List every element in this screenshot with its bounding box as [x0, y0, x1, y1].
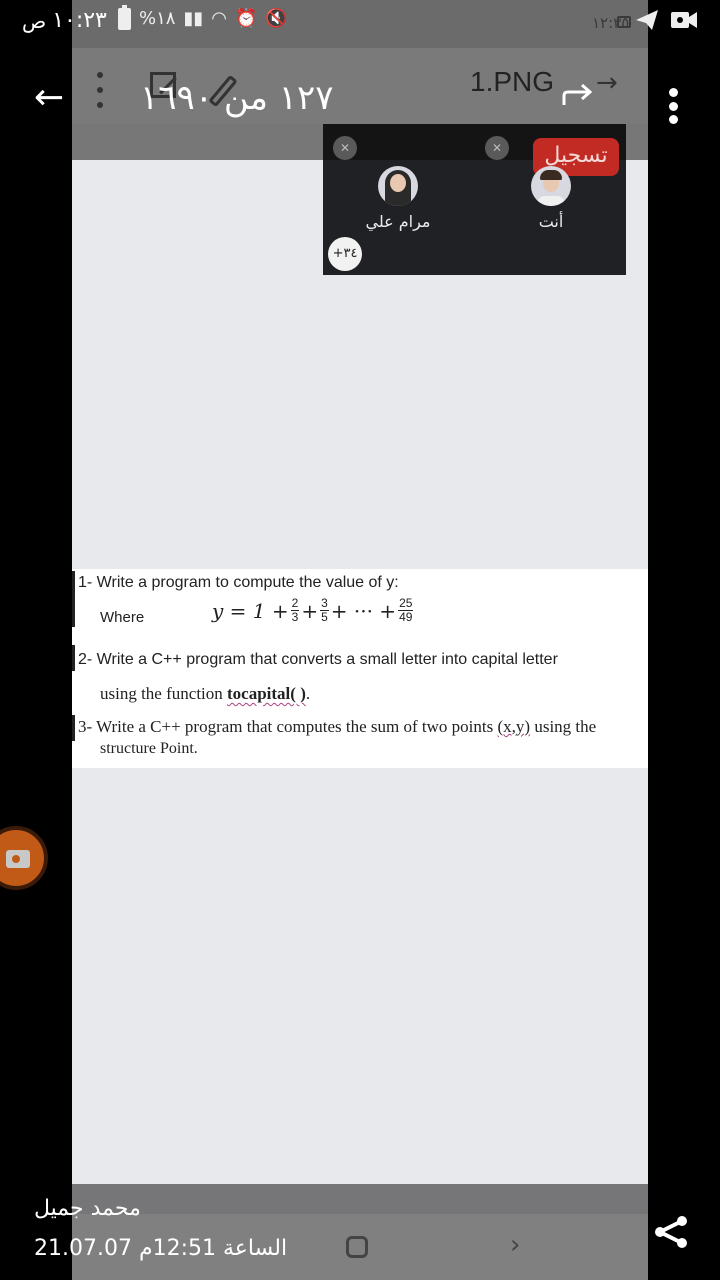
- video-camera-icon: [6, 850, 30, 868]
- back-arrow-icon[interactable]: ←: [34, 80, 64, 116]
- question-2-line-2: using the function tocapital( ).: [100, 684, 311, 703]
- video-record-icon: [671, 12, 697, 28]
- question-3-line-1: 3- Write a C++ program that computes the…: [78, 717, 597, 736]
- status-bar: ص ١٠:٢٣ %١٨ ▮▮ ◠ ⏰ 🔇: [0, 0, 720, 40]
- formula-lhs: y = 1 +: [212, 598, 289, 623]
- telegram-icon: [636, 10, 658, 30]
- forward-arrow-icon: →: [596, 68, 618, 98]
- file-name: 1.PNG: [470, 66, 555, 97]
- ellipsis: + ··· +: [330, 598, 397, 623]
- where-label: Where: [100, 609, 145, 626]
- mic-off-icon: ✕: [485, 136, 509, 160]
- status-right-icons: [634, 8, 698, 32]
- status-clock: ص ١٠:٢٣: [22, 8, 107, 33]
- am-pm: ص: [22, 8, 47, 33]
- more-participants-count[interactable]: +٣٤: [328, 237, 362, 271]
- meeting-panel: ✕ ✕ تسجيل مرام علي أنت +٣٤: [323, 124, 626, 275]
- self-name: أنت: [538, 212, 564, 231]
- fraction: 35: [320, 596, 329, 624]
- mute-icon: 🔇: [265, 8, 288, 29]
- formula: y = 1 + 23 + 35 + ··· + 25 49: [212, 597, 415, 624]
- battery-icon: [118, 5, 131, 30]
- self-avatar: [531, 166, 571, 206]
- home-icon: [346, 1236, 368, 1258]
- bottom-shadow: [72, 1184, 648, 1214]
- signal-icon: ▮▮: [183, 8, 204, 29]
- page-counter: ١٢٧ من ١٦٩٠: [140, 78, 334, 118]
- battery-percent: %١٨: [139, 8, 176, 29]
- status-icons: %١٨ ▮▮ ◠ ⏰ 🔇: [118, 5, 288, 32]
- left-border: [72, 571, 75, 627]
- question-1: 1- Write a program to compute the value …: [78, 574, 399, 591]
- left-border: [72, 715, 75, 741]
- sender-name: محمد جميل: [34, 1196, 141, 1221]
- more-options-icon[interactable]: [668, 88, 678, 124]
- alarm-icon: ⏰: [234, 8, 258, 29]
- fraction: 25 49: [398, 596, 414, 624]
- left-border: [72, 645, 75, 671]
- question-3-line-2: structure Point.: [100, 740, 198, 757]
- wifi-icon: ◠: [211, 8, 227, 29]
- function-name: tocapital( ): [227, 684, 306, 703]
- document-image: 1- Write a program to compute the value …: [72, 569, 648, 768]
- question-2-line-1: 2- Write a C++ program that converts a s…: [78, 651, 558, 668]
- plus-sign: +: [301, 598, 319, 623]
- share-forward-icon[interactable]: [560, 84, 596, 106]
- mic-off-icon: ✕: [333, 136, 357, 160]
- share-icon[interactable]: [652, 1212, 692, 1252]
- participant-name: مرام علي: [365, 212, 431, 231]
- fraction: 23: [290, 596, 300, 624]
- screen-recorder-bubble[interactable]: [0, 826, 48, 890]
- chevron-right-icon: ›: [510, 1230, 521, 1260]
- timestamp: 21.07.07 الساعة 12:51م: [34, 1236, 288, 1261]
- inner-more-icon: [96, 72, 104, 108]
- clock-time: ١٠:٢٣: [52, 8, 107, 33]
- participant-avatar: [378, 166, 418, 206]
